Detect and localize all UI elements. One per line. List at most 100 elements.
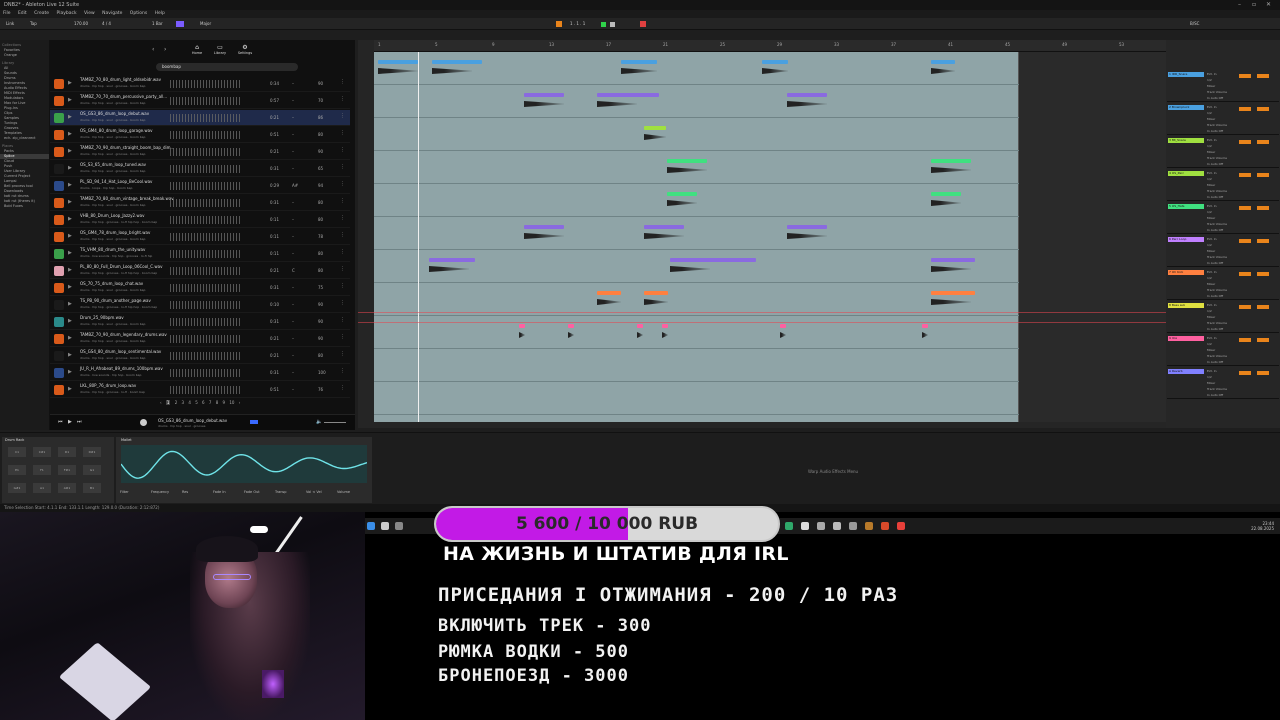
- track-name[interactable]: 6 Perc Loop: [1168, 237, 1204, 242]
- menu-navigate[interactable]: Navigate: [102, 11, 122, 16]
- audio-clip[interactable]: [787, 225, 827, 229]
- more-icon[interactable]: ⋮: [340, 283, 345, 289]
- sample-waveform[interactable]: [170, 233, 242, 241]
- track-name[interactable]: 4 OS_Perc: [1168, 171, 1204, 176]
- play-icon[interactable]: ▶: [68, 233, 72, 239]
- input-channel[interactable]: 1/2: [1207, 144, 1212, 148]
- page-8[interactable]: 8: [216, 400, 219, 405]
- start-icon[interactable]: [367, 522, 375, 530]
- stop-icon[interactable]: [610, 22, 615, 27]
- input-type[interactable]: Ext. In: [1207, 204, 1217, 208]
- sample-waveform[interactable]: [170, 216, 242, 224]
- solo-button[interactable]: [1257, 305, 1269, 309]
- track-name[interactable]: 8 Bass sub: [1168, 303, 1204, 308]
- track-name[interactable]: 3 Mt_Snare: [1168, 138, 1204, 143]
- solo-button[interactable]: [1257, 107, 1269, 111]
- more-icon[interactable]: ⋮: [340, 181, 345, 187]
- input-type[interactable]: Ext. In: [1207, 237, 1217, 241]
- nav-library[interactable]: ▭ Library: [210, 44, 230, 55]
- input-channel[interactable]: 1/2: [1207, 111, 1212, 115]
- input-type[interactable]: Ext. In: [1207, 270, 1217, 274]
- browser-item[interactable]: Orange: [0, 53, 49, 58]
- monitor-mode[interactable]: In Auto Off: [1207, 261, 1223, 265]
- more-icon[interactable]: ⋮: [340, 368, 345, 374]
- sample-row[interactable]: ▶ TS_VHM_80_drum_the_unity.wav drums · liv…: [50, 246, 350, 262]
- sample-waveform[interactable]: [170, 131, 242, 139]
- device-chooser[interactable]: Mixer: [1207, 315, 1215, 319]
- audio-clip[interactable]: [931, 60, 955, 64]
- sample-row[interactable]: ▶ LKL_80P_76_drum_loop.wav drums · hip hop…: [50, 382, 350, 398]
- drum-pad[interactable]: G1: [83, 465, 101, 475]
- app-icon[interactable]: [785, 522, 793, 530]
- sample-row[interactable]: ▶ Drum_25_90bpm.wav drums · hip hop · soul…: [50, 314, 350, 330]
- input-channel[interactable]: 1/2: [1207, 78, 1212, 82]
- page-10[interactable]: 10: [229, 400, 234, 405]
- track-activator[interactable]: [1239, 338, 1251, 342]
- track-activator[interactable]: [1239, 206, 1251, 210]
- play-icon[interactable]: [601, 22, 606, 27]
- prev-page-icon[interactable]: ‹: [160, 400, 162, 405]
- drum-pad[interactable]: A#1: [58, 483, 76, 493]
- solo-button[interactable]: [1257, 239, 1269, 243]
- sample-waveform[interactable]: [170, 199, 242, 207]
- sample-row[interactable]: ▶ OS_GM4_80_drum_loop_garage.wav drums · h…: [50, 127, 350, 143]
- audio-clip[interactable]: [762, 60, 788, 64]
- drum-pad[interactable]: C1: [8, 447, 26, 457]
- menu-playback[interactable]: Playback: [57, 11, 77, 16]
- audio-clip[interactable]: [429, 258, 475, 262]
- track-lane[interactable]: [374, 85, 1019, 118]
- play-icon[interactable]: ▶: [68, 284, 72, 290]
- drag-icon[interactable]: [250, 420, 258, 424]
- track-lane[interactable]: [374, 118, 1019, 151]
- volume-slider[interactable]: [324, 422, 346, 423]
- play-icon[interactable]: ▶: [68, 318, 72, 324]
- nav-settings[interactable]: ⚙ Settings: [235, 44, 255, 55]
- track-activator[interactable]: [1239, 74, 1251, 78]
- device-chooser[interactable]: Mixer: [1207, 150, 1215, 154]
- sample-row[interactable]: ▶ TAMBZ_70_80_drum_vintage_break_break.wa…: [50, 195, 350, 211]
- play-icon[interactable]: ▶: [68, 80, 72, 86]
- sample-waveform[interactable]: [170, 335, 242, 343]
- play-icon[interactable]: ▶: [68, 97, 72, 103]
- page-2[interactable]: 2: [175, 400, 178, 405]
- more-icon[interactable]: ⋮: [340, 385, 345, 391]
- sample-row[interactable]: ▶ OS_GS4_80_drum_loop_sentimental.wav drum…: [50, 348, 350, 364]
- audio-clip[interactable]: [524, 93, 564, 97]
- more-icon[interactable]: ⋮: [340, 334, 345, 340]
- app-icon[interactable]: [833, 522, 841, 530]
- playhead[interactable]: [418, 52, 419, 422]
- menu-file[interactable]: File: [3, 11, 11, 16]
- device-chooser[interactable]: Mixer: [1207, 216, 1215, 220]
- input-type[interactable]: Ext. In: [1207, 171, 1217, 175]
- more-icon[interactable]: ⋮: [340, 300, 345, 306]
- sample-waveform[interactable]: [170, 267, 242, 275]
- arrangement-ruler[interactable]: 1 5 9 13 17 21 25 29 33 37 41 45 49 53: [374, 40, 1166, 52]
- audio-clip[interactable]: [931, 192, 961, 196]
- audio-clip[interactable]: [378, 60, 418, 64]
- sample-waveform[interactable]: [170, 386, 242, 394]
- sample-row[interactable]: ▶ TAMBZ_70_90_drum_legendary_drums.wav dru…: [50, 331, 350, 347]
- device-chooser[interactable]: Mixer: [1207, 282, 1215, 286]
- audio-clip[interactable]: [524, 225, 564, 229]
- track-name[interactable]: 7 Oh Kick: [1168, 270, 1204, 275]
- sample-row[interactable]: ▶ VHB_80_Drum_Loop_Jazzy2.wav drums · hip …: [50, 212, 350, 228]
- track-activator[interactable]: [1239, 239, 1251, 243]
- menu-options[interactable]: Options: [130, 11, 147, 16]
- more-icon[interactable]: ⋮: [340, 113, 345, 119]
- app-icon[interactable]: [849, 522, 857, 530]
- simpler-control[interactable]: Transp: [275, 490, 286, 494]
- more-icon[interactable]: ⋮: [340, 317, 345, 323]
- drum-pad[interactable]: F1: [33, 465, 51, 475]
- key-menu[interactable]: Major: [200, 20, 211, 28]
- simpler-control[interactable]: Res: [182, 490, 188, 494]
- audio-clip[interactable]: [667, 192, 697, 196]
- audio-clip[interactable]: [621, 60, 657, 64]
- more-icon[interactable]: ⋮: [340, 147, 345, 153]
- solo-button[interactable]: [1257, 272, 1269, 276]
- drum-pad[interactable]: G#1: [8, 483, 26, 493]
- page-7[interactable]: 7: [209, 400, 212, 405]
- device-chooser[interactable]: Mixer: [1207, 117, 1215, 121]
- automation-param[interactable]: Track Volume: [1207, 288, 1227, 292]
- sample-row[interactable]: ▶ TAMBZ_70_90_drum_straight_boom_bap_dim.…: [50, 144, 350, 160]
- input-type[interactable]: Ext. In: [1207, 369, 1217, 373]
